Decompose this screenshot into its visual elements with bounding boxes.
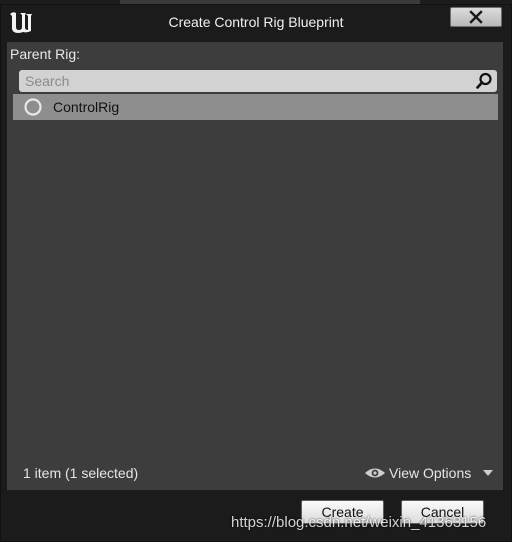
watermark-text: https://blog.csdn.net/weixin_41363156 [231, 514, 487, 531]
close-icon [469, 10, 483, 24]
item-count-status: 1 item (1 selected) [23, 465, 139, 481]
parent-rig-picker: Parent Rig: ControlRig 1 item (1 selecte… [7, 42, 503, 490]
list-item[interactable]: ControlRig [13, 94, 498, 120]
view-options-label: View Options [389, 465, 472, 481]
search-box[interactable] [19, 70, 497, 92]
search-input[interactable] [25, 71, 465, 91]
eye-icon [365, 468, 385, 478]
close-button[interactable] [450, 7, 502, 27]
parent-rig-label: Parent Rig: [10, 46, 81, 62]
title-bar[interactable]: Create Control Rig Blueprint [1, 5, 511, 39]
list-item-label: ControlRig [53, 99, 120, 115]
radio-circle-icon [24, 98, 42, 116]
search-icon[interactable] [475, 72, 493, 90]
window-title: Create Control Rig Blueprint [168, 14, 344, 30]
dialog-window: Create Control Rig Blueprint Parent Rig:… [0, 4, 512, 542]
chevron-down-icon [483, 470, 493, 476]
